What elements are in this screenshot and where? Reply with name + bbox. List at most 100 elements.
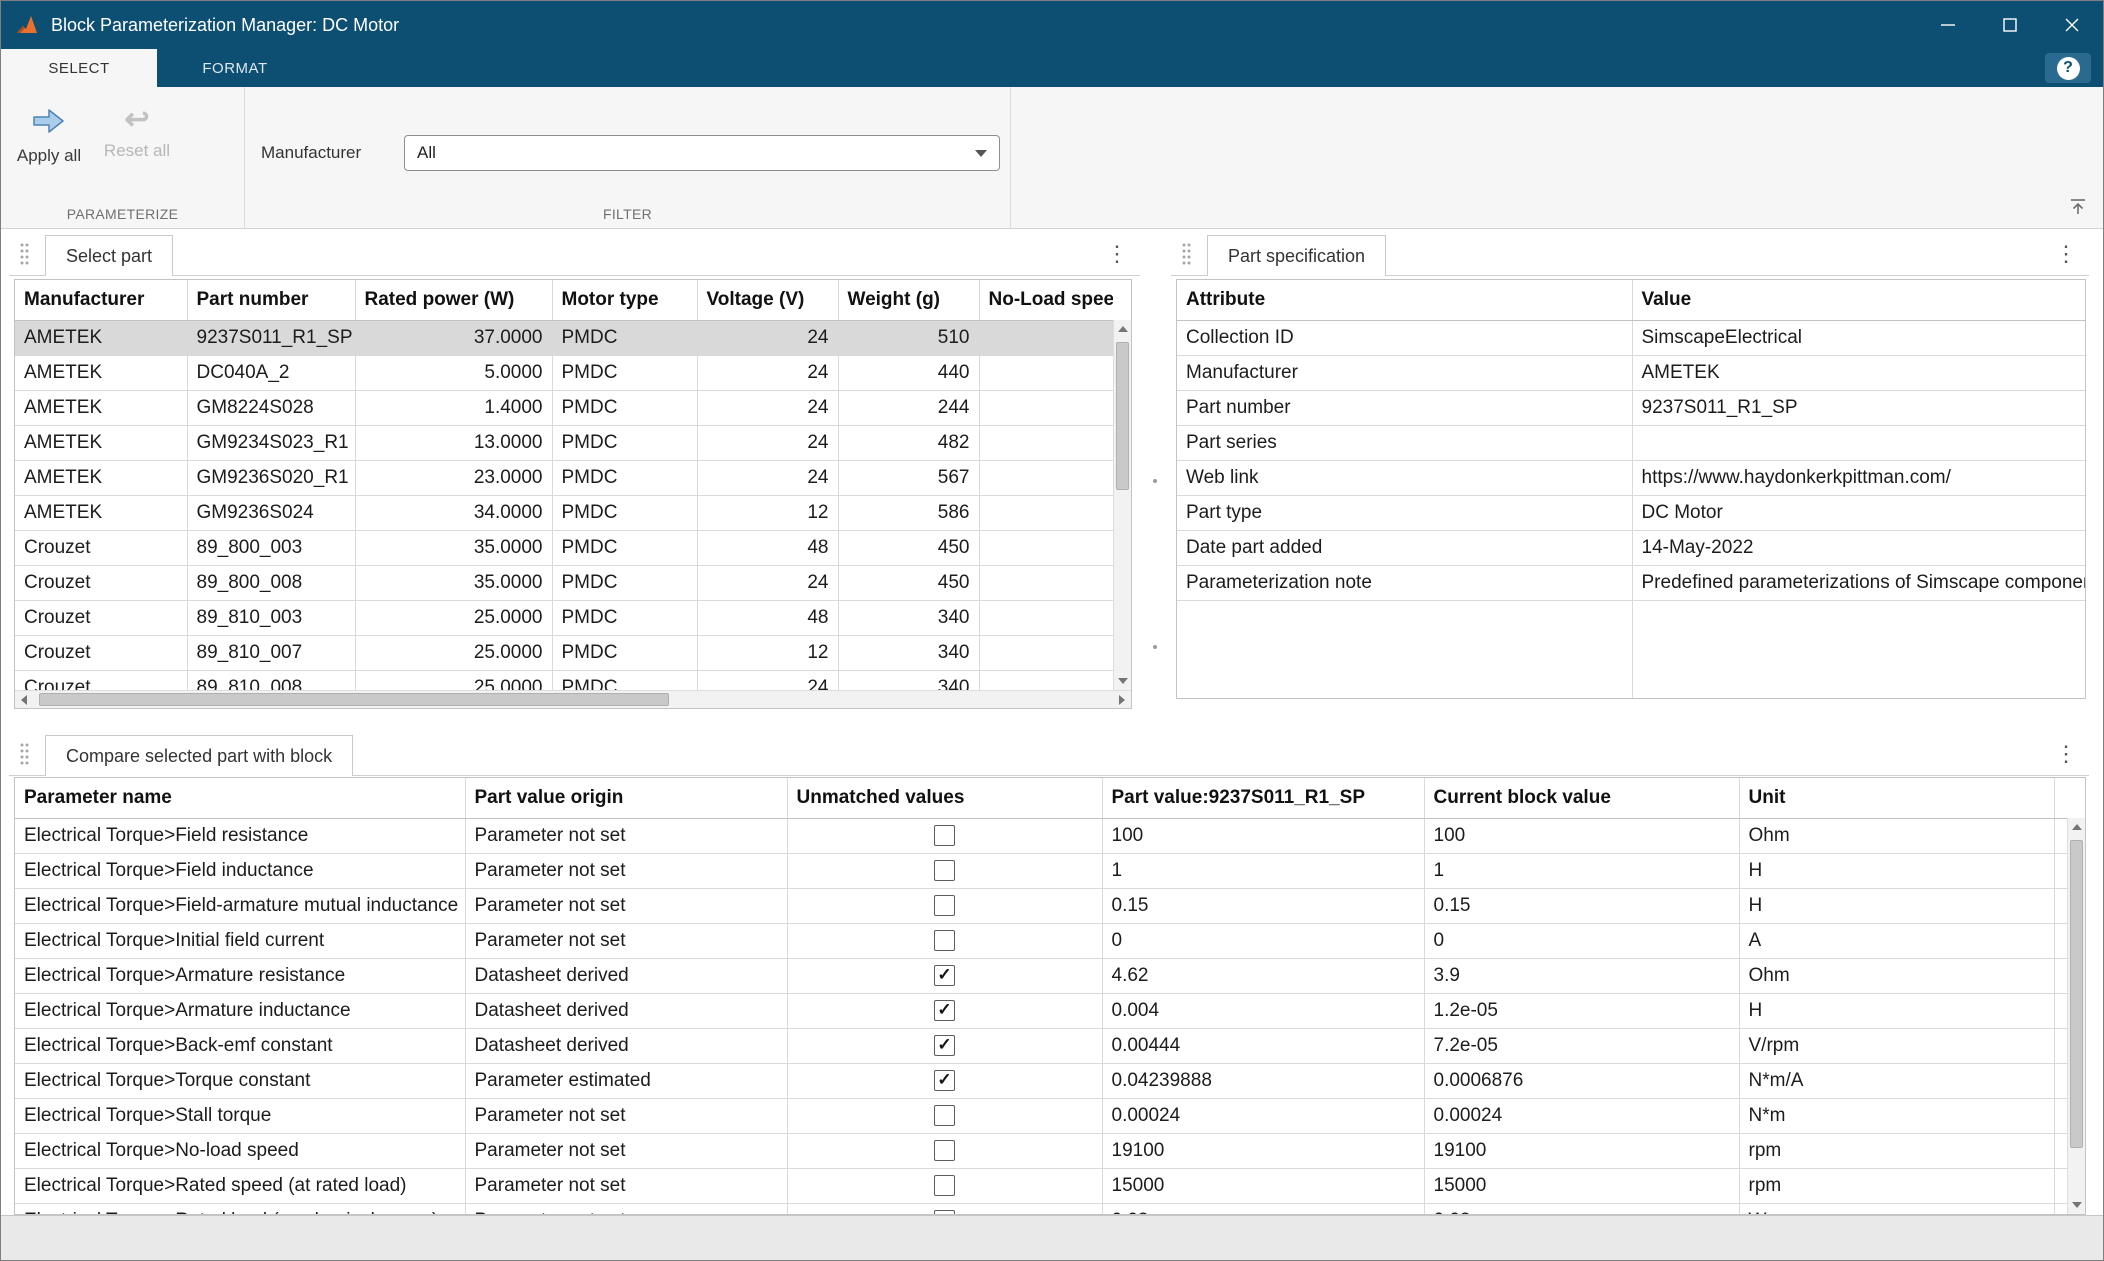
column-header[interactable]: Value xyxy=(1632,280,2085,320)
compare-row: Electrical Torque>Armature resistanceDat… xyxy=(15,958,2067,993)
scrollbar-thumb[interactable] xyxy=(2070,840,2083,1148)
panel-menu-button[interactable]: ⋮ xyxy=(2055,743,2077,765)
part-row[interactable]: Crouzet89_810_00825.0000PMDC24340 xyxy=(15,670,1113,690)
unmatched-checkbox[interactable]: ✓ xyxy=(934,1000,955,1021)
scroll-up-button[interactable] xyxy=(2068,818,2086,836)
spec-row: Collection IDSimscapeElectrical xyxy=(1177,320,2085,355)
column-header[interactable]: Voltage (V) xyxy=(697,280,838,320)
part-cell: 89_800_003 xyxy=(187,530,355,565)
unmatched-checkbox[interactable] xyxy=(934,860,955,881)
column-header[interactable]: Motor type xyxy=(552,280,697,320)
titlebar: Block Parameterization Manager: DC Motor xyxy=(1,1,2103,49)
part-row[interactable]: AMETEKGM9236S02434.0000PMDC12586 xyxy=(15,495,1113,530)
part-cell: 12 xyxy=(697,495,838,530)
scroll-right-button[interactable] xyxy=(1113,691,1131,709)
part-cell: PMDC xyxy=(552,670,697,690)
part-cell xyxy=(979,530,1113,565)
column-header[interactable]: Rated power (W) xyxy=(355,280,552,320)
tab-format[interactable]: FORMAT xyxy=(157,49,313,87)
part-row[interactable]: Crouzet89_810_00725.0000PMDC12340 xyxy=(15,635,1113,670)
part-row[interactable]: AMETEKGM8224S0281.4000PMDC24244 xyxy=(15,390,1113,425)
column-header[interactable]: Part value origin xyxy=(465,778,787,818)
unmatched-checkbox[interactable] xyxy=(934,930,955,951)
tab-select[interactable]: SELECT xyxy=(1,49,157,87)
part-cell: 482 xyxy=(838,425,979,460)
part-cell: AMETEK xyxy=(15,355,187,390)
part-cell: 35.0000 xyxy=(355,530,552,565)
column-header[interactable]: Parameter name xyxy=(15,778,465,818)
unmatched-checkbox[interactable] xyxy=(934,1175,955,1196)
compare-row: Electrical Torque>Rated speed (at rated … xyxy=(15,1168,2067,1203)
manufacturer-dropdown[interactable]: All xyxy=(404,135,1000,171)
column-header[interactable]: Unmatched values xyxy=(787,778,1102,818)
unmatched-checkbox[interactable]: ✓ xyxy=(934,1070,955,1091)
vertical-scrollbar[interactable] xyxy=(1113,320,1131,690)
spec-row: Part typeDC Motor xyxy=(1177,495,2085,530)
column-header[interactable]: No-Load speed xyxy=(979,280,1113,320)
block-value-cell: 0.00024 xyxy=(1424,1098,1739,1133)
part-row[interactable]: Crouzet89_810_00325.0000PMDC48340 xyxy=(15,600,1113,635)
column-header[interactable]: Current block value xyxy=(1424,778,1739,818)
maximize-button[interactable] xyxy=(1979,1,2041,49)
scrollbar-thumb[interactable] xyxy=(39,693,669,706)
horizontal-scrollbar[interactable] xyxy=(15,690,1131,708)
scroll-down-button[interactable] xyxy=(2068,1196,2086,1214)
column-header[interactable]: Attribute xyxy=(1177,280,1632,320)
column-header[interactable]: Unit xyxy=(1739,778,2054,818)
panel-menu-button[interactable]: ⋮ xyxy=(2055,243,2077,265)
tab-compare[interactable]: Compare selected part with block xyxy=(45,735,353,776)
part-row[interactable]: Crouzet89_800_00835.0000PMDC24450 xyxy=(15,565,1113,600)
unit-cell: rpm xyxy=(1739,1133,2054,1168)
scroll-up-button[interactable] xyxy=(1114,320,1132,338)
unmatched-checkbox[interactable] xyxy=(934,825,955,846)
parameter-name-cell: Electrical Torque>Field inductance xyxy=(15,853,465,888)
help-button[interactable]: ? xyxy=(2045,53,2091,83)
vertical-scrollbar[interactable] xyxy=(2067,818,2085,1214)
column-header[interactable]: Part value:9237S011_R1_SP xyxy=(1102,778,1424,818)
scroll-down-button[interactable] xyxy=(1114,672,1132,690)
apply-all-button[interactable]: Apply all xyxy=(5,107,93,166)
minimize-button[interactable] xyxy=(1917,1,1979,49)
part-cell xyxy=(979,565,1113,600)
tab-part-specification[interactable]: Part specification xyxy=(1207,235,1386,276)
scroll-left-button[interactable] xyxy=(15,691,33,709)
unmatched-checkbox[interactable] xyxy=(934,1210,955,1214)
attribute-cell: Collection ID xyxy=(1177,320,1632,355)
column-header[interactable]: Weight (g) xyxy=(838,280,979,320)
unmatched-checkbox[interactable]: ✓ xyxy=(934,965,955,986)
part-row[interactable]: AMETEK9237S011_R1_SP37.0000PMDC24510 xyxy=(15,320,1113,355)
filler-cell xyxy=(2054,818,2067,853)
tab-select-part[interactable]: Select part xyxy=(45,235,173,276)
splitter-handle-dot xyxy=(1153,645,1157,649)
part-row[interactable]: AMETEKDC040A_25.0000PMDC24440 xyxy=(15,355,1113,390)
unmatched-checkbox[interactable] xyxy=(934,895,955,916)
part-cell: 34.0000 xyxy=(355,495,552,530)
part-cell: Crouzet xyxy=(15,670,187,690)
drag-grip-icon[interactable] xyxy=(19,741,29,767)
compare-row: Electrical Torque>Field-armature mutual … xyxy=(15,888,2067,923)
unmatched-checkbox[interactable]: ✓ xyxy=(934,1035,955,1056)
reset-all-button[interactable]: ↩ Reset all xyxy=(93,107,181,161)
unmatched-checkbox[interactable] xyxy=(934,1140,955,1161)
part-row[interactable]: Crouzet89_800_00335.0000PMDC48450 xyxy=(15,530,1113,565)
part-cell: 340 xyxy=(838,600,979,635)
spec-table-viewport: AttributeValue Collection IDSimscapeElec… xyxy=(1177,280,2085,698)
drag-grip-icon[interactable] xyxy=(19,241,29,267)
part-row[interactable]: AMETEKGM9234S023_R113.0000PMDC24482 xyxy=(15,425,1113,460)
part-row[interactable]: AMETEKGM9236S020_R123.0000PMDC24567 xyxy=(15,460,1113,495)
column-header[interactable]: Part number xyxy=(187,280,355,320)
column-header[interactable]: Manufacturer xyxy=(15,280,187,320)
matlab-logo-icon xyxy=(15,13,39,37)
panel-menu-button[interactable]: ⋮ xyxy=(1106,243,1128,265)
part-cell: 510 xyxy=(838,320,979,355)
block-value-cell: 7.2e-05 xyxy=(1424,1028,1739,1063)
panel-splitter[interactable] xyxy=(1149,232,1161,719)
part-cell: PMDC xyxy=(552,320,697,355)
drag-grip-icon[interactable] xyxy=(1181,241,1191,267)
filler-cell xyxy=(2054,1203,2067,1214)
close-button[interactable] xyxy=(2041,1,2103,49)
scrollbar-thumb[interactable] xyxy=(1116,342,1129,490)
filter-section: Manufacturer All FILTER xyxy=(245,87,1011,228)
collapse-ribbon-button[interactable] xyxy=(2067,197,2089,220)
unmatched-checkbox[interactable] xyxy=(934,1105,955,1126)
